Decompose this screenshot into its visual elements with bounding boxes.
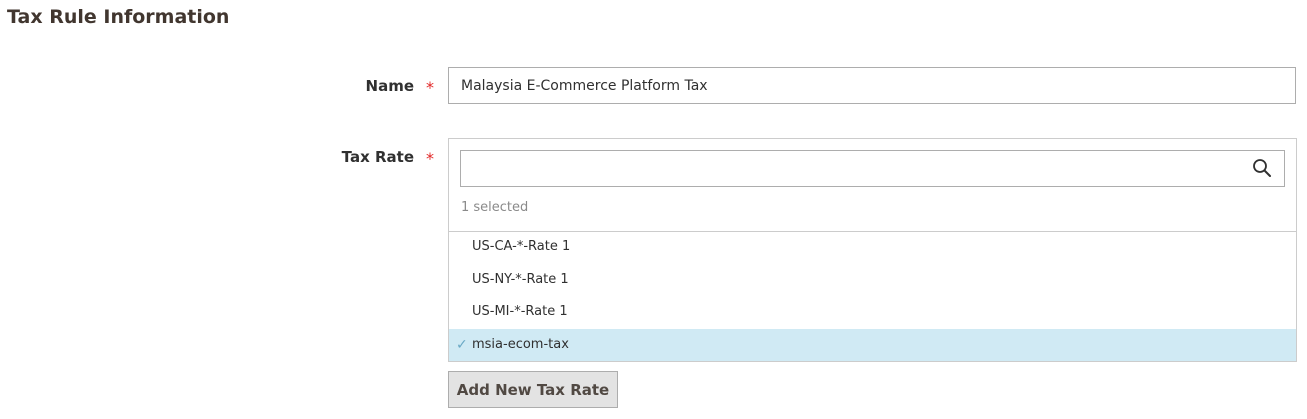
checkmark-icon: ✓	[456, 336, 468, 353]
section-title: Tax Rule Information	[7, 6, 230, 28]
option-label: US-MI-*-Rate 1	[472, 304, 568, 319]
selected-count: 1 selected	[461, 200, 529, 215]
tax-rate-option[interactable]: US-CA-*-Rate 1	[449, 231, 1296, 264]
tax-rate-option-selected[interactable]: ✓ msia-ecom-tax	[449, 328, 1296, 361]
tax-rate-option[interactable]: US-NY-*-Rate 1	[449, 264, 1296, 297]
option-label: US-CA-*-Rate 1	[472, 239, 571, 254]
name-required-mark: *	[426, 78, 434, 97]
option-label: msia-ecom-tax	[472, 336, 569, 352]
tax-rate-option[interactable]: US-MI-*-Rate 1	[449, 296, 1296, 329]
name-input[interactable]	[448, 67, 1296, 104]
tax-rate-required-mark: *	[426, 149, 434, 168]
tax-rate-multiselect: 1 selected US-CA-*-Rate 1 US-NY-*-Rate 1…	[448, 138, 1297, 362]
option-label: US-NY-*-Rate 1	[472, 271, 569, 287]
tax-rate-options-list: US-CA-*-Rate 1 US-NY-*-Rate 1 US-MI-*-Ra…	[449, 231, 1296, 361]
tax-rate-label: Tax Rate	[341, 148, 414, 166]
tax-rate-search-area: 1 selected	[449, 139, 1296, 232]
search-icon[interactable]	[1252, 158, 1272, 178]
name-label: Name	[365, 77, 414, 95]
tax-rate-search-input[interactable]	[460, 150, 1285, 187]
add-new-tax-rate-button[interactable]: Add New Tax Rate	[448, 371, 618, 408]
